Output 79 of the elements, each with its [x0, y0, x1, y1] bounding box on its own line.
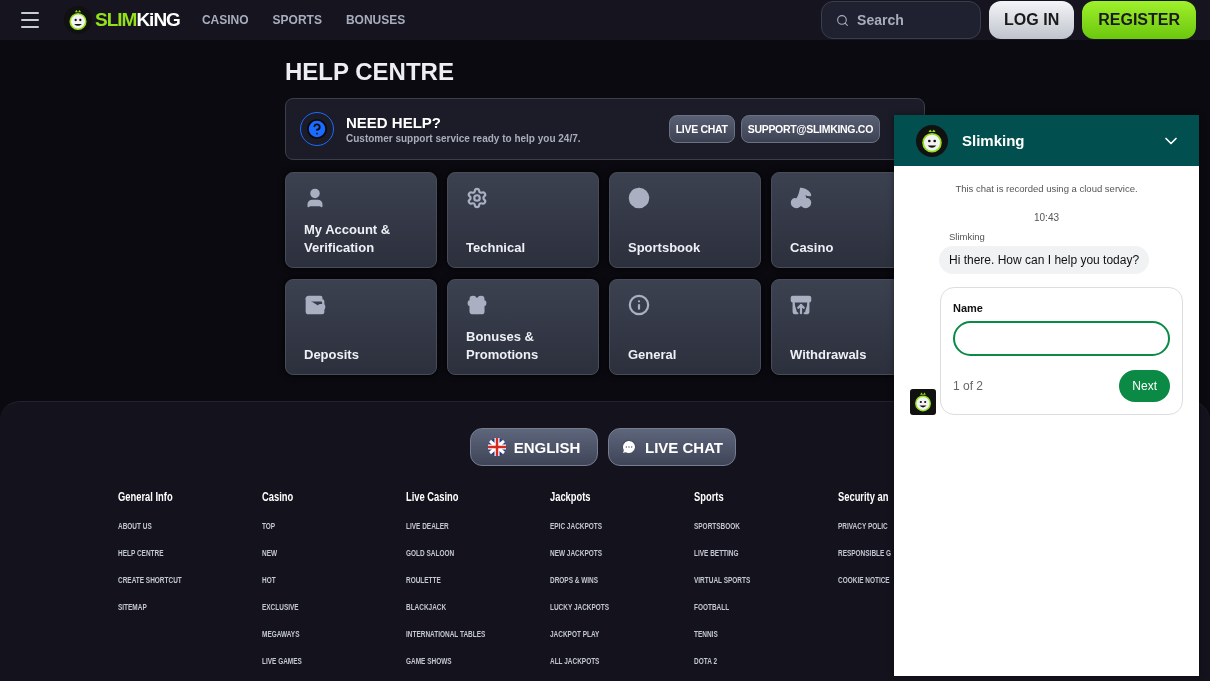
info-icon [628, 294, 650, 316]
chat-title: Slimking [962, 132, 1026, 149]
footer-link[interactable]: JACKPOT PLAY [550, 626, 600, 641]
footer-heading: General Info [118, 490, 173, 504]
footer-link[interactable]: PRIVACY POLIC [838, 518, 888, 533]
footer-link[interactable]: VIRTUAL SPORTS [694, 572, 751, 587]
gift-icon [466, 294, 488, 316]
name-input[interactable] [953, 321, 1170, 356]
footer-link[interactable]: LIVE BETTING [694, 545, 739, 560]
tray-icon [790, 294, 812, 316]
footer-link[interactable]: MEGAWAYS [262, 626, 300, 641]
chat-message: Hi there. How can I help you today? [939, 246, 1150, 274]
footer-heading: Casino [262, 490, 294, 504]
page-title: HELP CENTRE [285, 58, 455, 86]
logo[interactable]: SLIMKiNG [95, 8, 180, 32]
nav-link[interactable]: BONUSES [345, 13, 406, 27]
mascot-icon [64, 6, 92, 34]
footer-link[interactable]: LUCKY JACKPOTS [550, 599, 610, 614]
footer-link[interactable]: DOTA 2 [694, 653, 717, 668]
footer-link[interactable]: LIVE DEALER [406, 518, 449, 533]
footer-link[interactable]: HELP CENTRE [118, 545, 164, 560]
footer-link[interactable]: ROULETTE [406, 572, 441, 587]
footer-link[interactable]: BLACKJACK [406, 599, 447, 614]
footer-link[interactable]: RESPONSIBLE G [838, 545, 892, 560]
footer-heading: Live Casino [406, 490, 459, 504]
gear-icon [466, 187, 488, 209]
flag-icon [487, 438, 506, 456]
footer-heading: Sports [694, 490, 724, 504]
footer-link[interactable]: EPIC JACKPOTS [550, 518, 603, 533]
avatar-icon [916, 124, 948, 157]
login-button[interactable]: LOG IN [989, 1, 1075, 39]
register-button[interactable]: REGISTER [1082, 1, 1196, 39]
footer-link[interactable]: ALL JACKPOTS [550, 653, 600, 668]
footer-link[interactable]: FOOTBALL [694, 599, 730, 614]
nav-link[interactable]: SPORTS [272, 13, 322, 27]
footer-link[interactable]: HOT [262, 572, 276, 587]
nav-link[interactable]: CASINO [201, 13, 249, 27]
footer-link[interactable]: SITEMAP [118, 599, 147, 614]
sender-name: Slimking [949, 231, 986, 242]
avatar-icon [910, 389, 936, 415]
footer-link[interactable]: GAME SHOWS [406, 653, 452, 668]
search-field[interactable]: Search [821, 1, 982, 39]
step-counter: 1 of 2 [953, 379, 984, 393]
live-chat-button[interactable]: LIVE CHAT [668, 115, 735, 143]
footer-link[interactable]: COOKIE NOTICE [838, 572, 890, 587]
search-icon [836, 13, 850, 27]
banner-subtitle: Customer support service ready to help you 24/7. [346, 133, 582, 144]
email-button[interactable]: SUPPORT@SLIMKING.CO [740, 115, 880, 143]
footer-link[interactable]: TOP [262, 518, 276, 533]
category-card[interactable]: My Account & Verification [285, 172, 437, 268]
footer-link[interactable]: TENNIS [694, 626, 718, 641]
footer-link[interactable]: INTERNATIONAL TABLES [406, 626, 486, 641]
footer-link[interactable]: CREATE SHORTCUT [118, 572, 182, 587]
category-card[interactable]: Bonuses & Promotions [447, 279, 599, 375]
cherry-icon [790, 187, 812, 209]
footer-link[interactable]: NEW [262, 545, 278, 560]
footer-link[interactable]: EXCLUSIVE [262, 599, 299, 614]
category-card[interactable]: General [609, 279, 761, 375]
chat-notice: This chat is recorded using a cloud service. [955, 183, 1138, 194]
footer-link[interactable]: LIVE GAMES [262, 653, 302, 668]
footer-link[interactable]: ABOUT US [118, 518, 152, 533]
wallet-icon [304, 294, 326, 316]
category-card[interactable]: Deposits [285, 279, 437, 375]
footer-link[interactable]: NEW JACKPOTS [550, 545, 603, 560]
footer-link[interactable]: DROPS & WINS [550, 572, 599, 587]
person-icon [304, 187, 326, 209]
message-time: 10:43 [1034, 212, 1059, 223]
next-button[interactable]: Next [1119, 370, 1170, 402]
category-card[interactable]: Technical [447, 172, 599, 268]
category-card[interactable]: Sportsbook [609, 172, 761, 268]
field-label: Name [953, 302, 984, 314]
footer-link[interactable]: SPORTSBOOK [694, 518, 740, 533]
chat-bubble-icon [620, 439, 637, 455]
language-button[interactable]: ENGLISH [470, 428, 598, 466]
footer-link[interactable]: GOLD SALOON [406, 545, 455, 560]
footer-heading: Security an [838, 490, 889, 504]
footer-heading: Jackpots [550, 490, 591, 504]
banner-title: NEED HELP? [346, 114, 442, 131]
live-chat-button[interactable]: LIVE CHAT [608, 428, 736, 466]
